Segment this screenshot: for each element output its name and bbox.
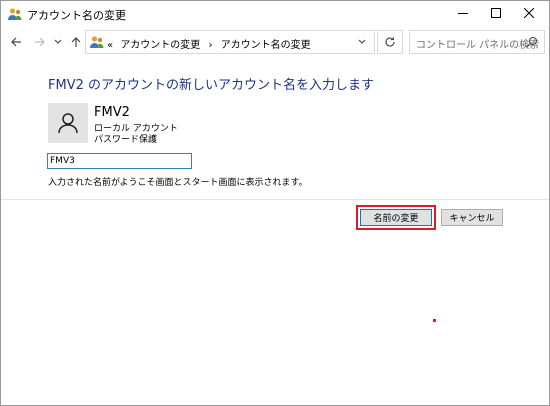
close-button[interactable] xyxy=(513,1,545,25)
arrow-up-icon xyxy=(71,37,81,47)
back-button[interactable] xyxy=(7,33,25,51)
minimize-icon xyxy=(458,13,468,14)
chevron-down-icon xyxy=(358,39,366,44)
account-password-status: パスワード保護 xyxy=(94,135,158,145)
breadcrumb-separator[interactable]: › xyxy=(209,40,213,51)
search-placeholder: コントロール パネルの検索 xyxy=(416,40,540,51)
address-dropdown-button[interactable] xyxy=(354,35,370,49)
refresh-icon xyxy=(385,37,395,47)
address-bar[interactable]: « アカウントの変更 › アカウント名の変更 xyxy=(85,30,375,54)
account-name: FMV2 xyxy=(94,105,130,120)
avatar xyxy=(48,103,88,143)
breadcrumb-item-change-account[interactable]: アカウントの変更 xyxy=(120,40,200,51)
forward-button[interactable] xyxy=(31,33,49,51)
breadcrumb-overflow[interactable]: « xyxy=(107,40,113,51)
page-heading: FMV2 のアカウントの新しいアカウント名を入力します xyxy=(48,78,374,93)
chevron-down-icon xyxy=(54,39,62,44)
maximize-icon xyxy=(491,8,501,18)
breadcrumb: « アカウントの変更 › アカウント名の変更 xyxy=(107,36,311,51)
arrow-left-icon xyxy=(11,37,21,47)
cancel-button[interactable]: キャンセル xyxy=(441,209,503,226)
navigation-bar: « アカウントの変更 › アカウント名の変更 コントロール パネルの検索 xyxy=(1,29,549,55)
recent-locations-button[interactable] xyxy=(53,33,63,51)
marker-dot xyxy=(433,319,436,322)
users-icon xyxy=(90,36,104,48)
title-bar: アカウント名の変更 xyxy=(1,1,549,27)
arrow-right-icon xyxy=(35,37,45,47)
search-input[interactable]: コントロール パネルの検索 xyxy=(409,30,545,54)
search-icon[interactable] xyxy=(526,36,538,48)
minimize-button[interactable] xyxy=(447,1,479,25)
divider xyxy=(1,199,549,200)
hint-text: 入力された名前がようこそ画面とスタート画面に表示されます。 xyxy=(48,178,308,188)
new-account-name-input[interactable] xyxy=(47,153,192,169)
user-icon xyxy=(58,113,78,134)
window: アカウント名の変更 « アカウントの変更 › アカウント名の変更 コントロール … xyxy=(0,0,550,406)
up-button[interactable] xyxy=(67,33,85,51)
refresh-button[interactable] xyxy=(377,30,403,54)
maximize-button[interactable] xyxy=(480,1,512,25)
close-icon xyxy=(524,8,534,18)
users-icon xyxy=(8,8,22,20)
window-title: アカウント名の変更 xyxy=(27,9,126,22)
breadcrumb-item-change-account-name[interactable]: アカウント名の変更 xyxy=(221,40,311,51)
change-name-button[interactable]: 名前の変更 xyxy=(360,209,432,226)
